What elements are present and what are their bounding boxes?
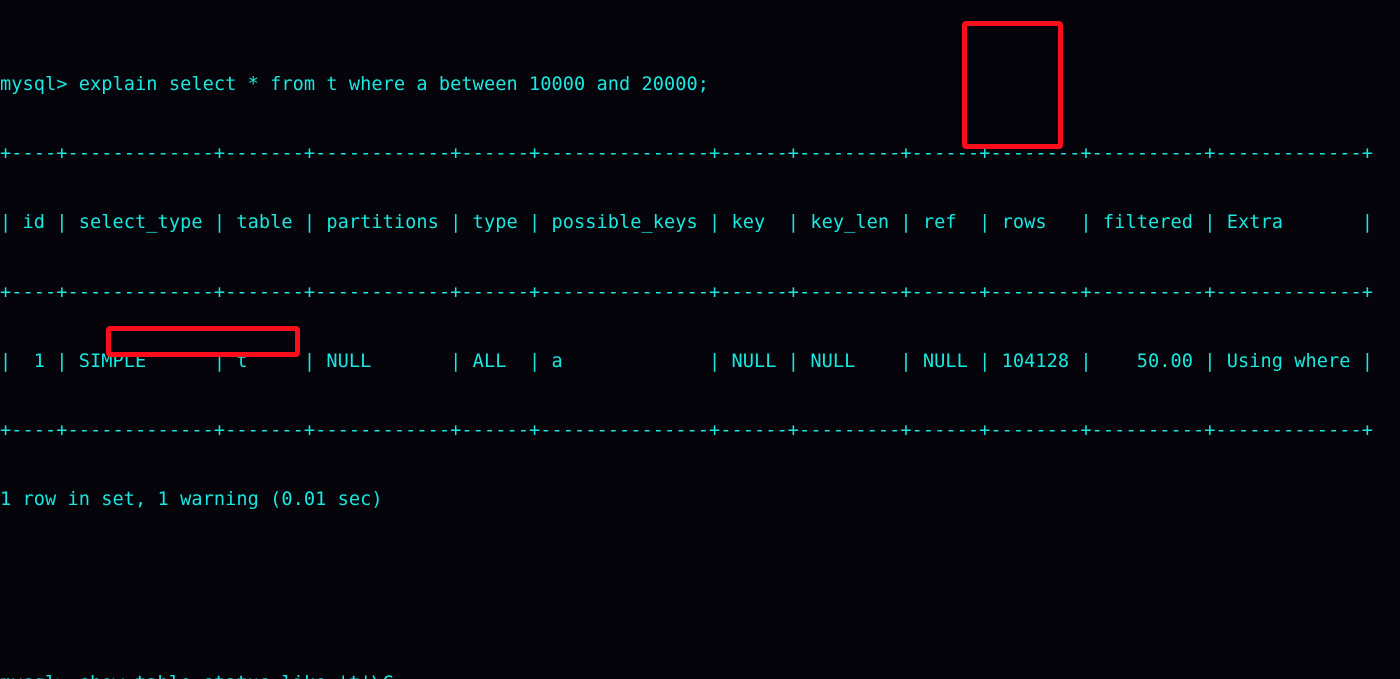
explain-data-row: | 1 | SIMPLE | t | NULL | ALL | a | NULL… — [0, 350, 1374, 372]
explain-separator-bottom: +----+-------------+-------+------------… — [0, 419, 1374, 441]
terminal-screen: mysql> explain select * from t where a b… — [0, 0, 1400, 679]
explain-header-row: | id | select_type | table | partitions … — [0, 212, 1374, 234]
explain-separator-top: +----+-------------+-------+------------… — [0, 143, 1374, 165]
terminal-output[interactable]: mysql> explain select * from t where a b… — [0, 0, 1400, 679]
command-show-table-status: mysql> show table status like 't'\G — [0, 672, 1400, 679]
explain-status-line: 1 row in set, 1 warning (0.01 sec) — [0, 488, 383, 510]
command-explain: mysql> explain select * from t where a b… — [0, 74, 710, 96]
explain-separator-mid: +----+-------------+-------+------------… — [0, 281, 1374, 303]
